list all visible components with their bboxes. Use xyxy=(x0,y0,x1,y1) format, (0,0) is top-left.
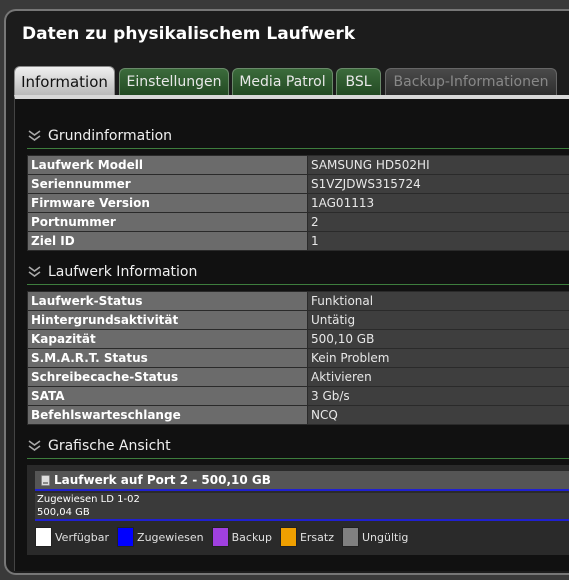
legend: Verfügbar Zugewiesen Backup Ersatz Ungül… xyxy=(35,527,416,547)
row-value: 3 Gb/s xyxy=(307,386,569,406)
row-key: Portnummer xyxy=(27,212,308,232)
section-header-laufwerk-information[interactable]: Laufwerk Information xyxy=(27,259,569,285)
section-title: Laufwerk Information xyxy=(48,263,198,280)
tab-einstellungen[interactable]: Einstellungen xyxy=(119,68,229,95)
row-key: Schreibecache-Status xyxy=(27,367,308,387)
table-row: SATA 3 Gb/s xyxy=(27,386,569,406)
row-value: S1VZJDWS315724 xyxy=(307,174,569,194)
table-row: Befehlswarteschlange NCQ xyxy=(27,405,569,425)
table-row: Firmware Version 1AG01113 xyxy=(27,193,569,213)
section-header-grundinformation[interactable]: Grundinformation xyxy=(27,123,569,149)
tab-content-panel: Grundinformation Laufwerk Modell SAMSUNG … xyxy=(14,95,569,571)
section-title: Grafische Ansicht xyxy=(48,437,171,454)
legend-label: Verfügbar xyxy=(55,530,110,544)
row-value: NCQ xyxy=(307,405,569,425)
drive-info-window: Daten zu physikalischem Laufwerk Informa… xyxy=(4,9,569,575)
row-value: 2 xyxy=(307,212,569,232)
assigned-ld-label: Zugewiesen LD 1-02 xyxy=(37,494,140,505)
row-value: Untätig xyxy=(307,310,569,330)
collapse-chevron-icon[interactable] xyxy=(27,265,42,279)
graphical-view: Laufwerk auf Port 2 - 500,10 GB Zugewies… xyxy=(27,465,569,555)
row-key: Laufwerk Modell xyxy=(27,155,308,175)
assigned-size: 500,04 GB xyxy=(37,507,90,518)
legend-label: Backup xyxy=(231,530,272,544)
row-key: Ziel ID xyxy=(27,231,308,251)
drive-info-table: Laufwerk-Status Funktional Hintergrundsak… xyxy=(27,291,569,425)
legend-swatch xyxy=(35,527,52,547)
row-key: Seriennummer xyxy=(27,174,308,194)
row-value: Funktional xyxy=(307,291,569,311)
legend-label: Zugewiesen xyxy=(137,530,204,544)
legend-item-zugewiesen: Zugewiesen xyxy=(117,527,204,547)
drive-label: Laufwerk auf Port 2 - 500,10 GB xyxy=(54,473,271,487)
row-key: Befehlswarteschlange xyxy=(27,405,308,425)
collapse-chevron-icon[interactable] xyxy=(27,439,42,453)
table-row: Laufwerk Modell SAMSUNG HD502HI xyxy=(27,155,569,175)
row-value: Kein Problem xyxy=(307,348,569,368)
table-row: Ziel ID 1 xyxy=(27,231,569,251)
legend-swatch xyxy=(117,527,135,547)
tab-backup-informationen: Backup-Informationen xyxy=(385,68,557,95)
table-row: Portnummer 2 xyxy=(27,212,569,232)
legend-item-verfuegbar: Verfügbar xyxy=(35,527,109,547)
row-key: Laufwerk-Status xyxy=(27,291,308,311)
legend-swatch xyxy=(211,527,229,547)
tab-media-patrol[interactable]: Media Patrol xyxy=(232,68,333,95)
table-row: Seriennummer S1VZJDWS315724 xyxy=(27,174,569,194)
section-header-grafische-ansicht[interactable]: Grafische Ansicht xyxy=(27,433,569,459)
window-title: Daten zu physikalischem Laufwerk xyxy=(22,24,356,44)
table-row: S.M.A.R.T. Status Kein Problem xyxy=(27,348,569,368)
table-row: Kapazität 500,10 GB xyxy=(27,329,569,349)
collapse-chevron-icon[interactable] xyxy=(27,129,42,143)
table-row: Laufwerk-Status Funktional xyxy=(27,291,569,311)
row-value: 1 xyxy=(307,231,569,251)
legend-label: Ersatz xyxy=(299,530,334,544)
legend-item-ersatz: Ersatz xyxy=(279,527,334,547)
tab-bar: Information Einstellungen Media Patrol B… xyxy=(14,66,569,96)
legend-swatch xyxy=(279,527,297,547)
legend-item-ungueltig: Ungültig xyxy=(341,527,409,547)
row-key: SATA xyxy=(27,386,308,406)
disk-drive-icon xyxy=(41,474,50,486)
table-row: Schreibecache-Status Aktivieren xyxy=(27,367,569,387)
drive-capacity-bar: Laufwerk auf Port 2 - 500,10 GB xyxy=(35,471,569,491)
row-key: Hintergrundsaktivität xyxy=(27,310,308,330)
row-value: 1AG01113 xyxy=(307,193,569,213)
tab-information[interactable]: Information xyxy=(14,66,115,96)
table-row: Hintergrundsaktivität Untätig xyxy=(27,310,569,330)
row-value: SAMSUNG HD502HI xyxy=(307,155,569,175)
row-key: Kapazität xyxy=(27,329,308,349)
basic-info-table: Laufwerk Modell SAMSUNG HD502HI Seriennum… xyxy=(27,155,569,251)
legend-item-backup: Backup xyxy=(211,527,272,547)
assigned-segment[interactable]: Zugewiesen LD 1-02 500,04 GB xyxy=(35,493,569,521)
row-key: S.M.A.R.T. Status xyxy=(27,348,308,368)
legend-label: Ungültig xyxy=(361,530,409,544)
section-title: Grundinformation xyxy=(48,127,173,144)
row-value: 500,10 GB xyxy=(307,329,569,349)
legend-swatch xyxy=(341,527,359,547)
tab-bsl[interactable]: BSL xyxy=(336,68,381,95)
row-value: Aktivieren xyxy=(307,367,569,387)
row-key: Firmware Version xyxy=(27,193,308,213)
